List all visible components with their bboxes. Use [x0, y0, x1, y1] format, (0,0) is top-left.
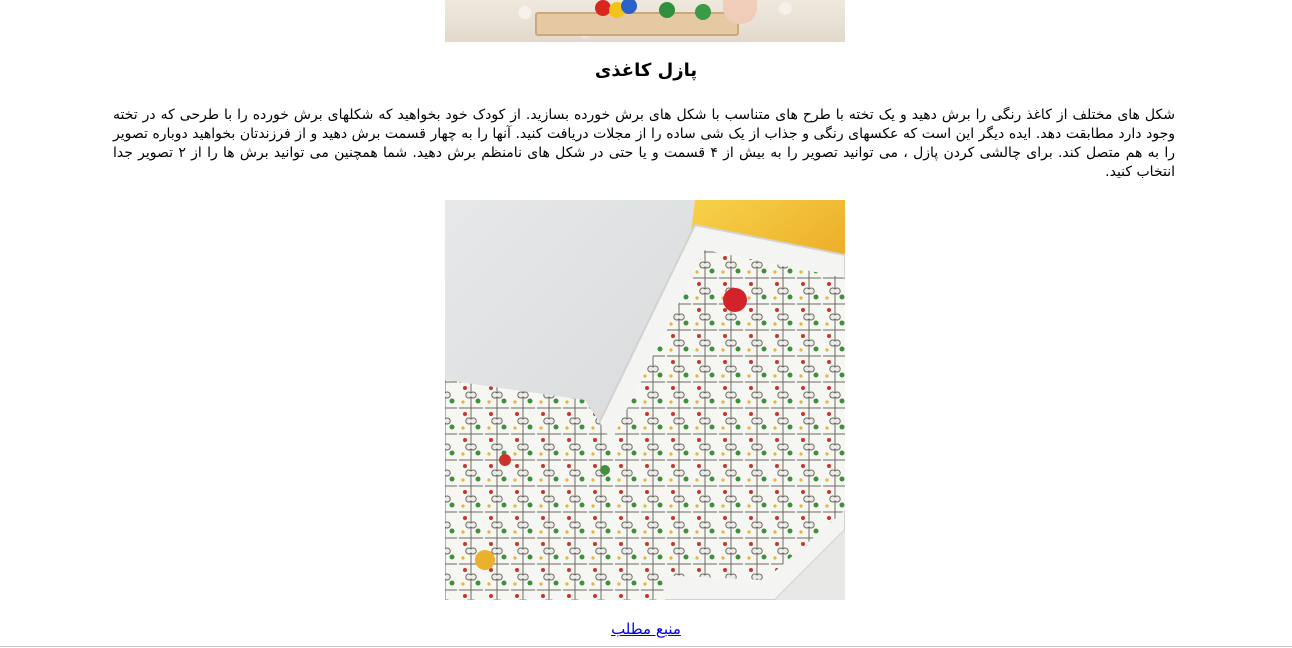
bead-green-2 [695, 4, 711, 20]
source-link[interactable]: منبع مطلب [0, 620, 1292, 638]
top-toy-photo [445, 0, 845, 42]
puzzle-box-illustration [445, 200, 845, 600]
article-body: شکل های مختلف از کاغذ رنگی را برش دهید و… [113, 107, 1175, 180]
article-title: پازل کاغذی [594, 60, 698, 81]
bead-green [659, 2, 675, 18]
bottom-divider [0, 646, 1292, 647]
puzzle-box-photo [445, 200, 845, 600]
